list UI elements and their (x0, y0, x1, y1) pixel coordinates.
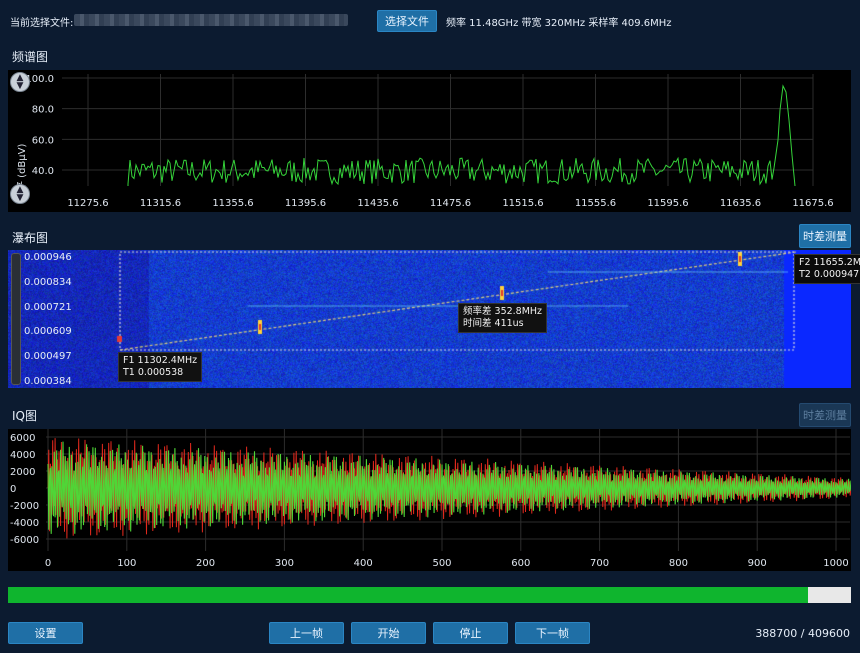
iq-ytick: 6000 (10, 433, 35, 444)
waterfall-ytick: 0.000384 (24, 376, 72, 387)
iq-chart: 6000 4000 2000 0 -2000 -4000 -6000 0 100 200 300 4… (10, 429, 851, 569)
spectrum-xtick: 11315.6 (140, 198, 181, 209)
iq-panel: 6000 4000 2000 0 -2000 -4000 -6000 0 100 200 300 4… (8, 429, 851, 571)
iq-xtick: 0 (45, 558, 51, 569)
prev-frame-button[interactable]: 上一帧 (269, 622, 344, 644)
iq-xtick: 600 (511, 558, 530, 569)
frame-counter: 388700 / 409600 (755, 627, 850, 640)
marker1-time: T1 0.000538 (123, 367, 184, 378)
waterfall-ytick: 0.000721 (24, 301, 72, 313)
iq-ytick: 4000 (10, 450, 35, 461)
stop-button[interactable]: 停止 (433, 622, 508, 644)
spectrum-xtick: 11555.6 (575, 198, 616, 209)
start-button[interactable]: 开始 (351, 622, 426, 644)
spectrum-ytick: 80.0 (32, 105, 54, 116)
spectrum-ytick: 60.0 (32, 135, 54, 146)
spectrum-zoom-down-icon[interactable]: ▲ ▼ (10, 184, 30, 204)
delta-time: 时间差 411us (463, 318, 524, 329)
spectrum-panel: 100.0 80.0 60.0 40.0 11275.6 11315.6 11355.6 1… (8, 70, 851, 212)
frame-progress-bar[interactable] (8, 587, 851, 603)
marker2-freq: F2 11655.2M (799, 257, 860, 268)
spectrum-xtick: 11275.6 (67, 198, 108, 209)
settings-button[interactable]: 设置 (8, 622, 83, 644)
signal-info: 频率 11.48GHz 带宽 320MHz 采样率 409.6MHz (446, 18, 672, 29)
spectrum-xtick: 11675.6 (792, 198, 833, 209)
waterfall-ytick: 0.000834 (24, 276, 72, 288)
spectrum-xtick: 11635.6 (720, 198, 761, 209)
current-file-label: 当前选择文件: (10, 18, 74, 29)
iq-q-trace (47, 441, 851, 534)
iq-xtick: 300 (275, 558, 294, 569)
next-frame-button[interactable]: 下一帧 (515, 622, 590, 644)
iq-ytick: -4000 (10, 518, 39, 529)
iq-ytick: -6000 (10, 535, 39, 546)
file-path-blurred (74, 14, 348, 26)
waterfall-ytick: 0.000946 (24, 252, 72, 263)
spectrum-xtick: 11475.6 (430, 198, 471, 209)
select-file-button[interactable]: 选择文件 (377, 10, 437, 32)
iq-ytick: 0 (10, 484, 16, 495)
marker2-time: T2 0.000947 (799, 269, 860, 280)
marker2-readout: F2 11655.2M T2 0.000947 (794, 254, 860, 284)
marker1-freq: F1 11302.4MHz (123, 355, 198, 366)
spectrum-ytick: 40.0 (32, 166, 54, 177)
spectrum-xtick: 11355.6 (212, 198, 253, 209)
waterfall-measure-button[interactable]: 时差测量 (799, 224, 851, 248)
iq-ytick: 2000 (10, 467, 35, 478)
waterfall-ytick: 0.000609 (24, 326, 72, 338)
iq-xtick: 700 (590, 558, 609, 569)
iq-title: IQ图 (12, 409, 37, 423)
spectrum-xtick: 11595.6 (647, 198, 688, 209)
iq-xtick: 1000 (823, 558, 848, 569)
iq-ytick: -2000 (10, 501, 39, 512)
spectrum-xtick: 11395.6 (285, 198, 326, 209)
delta-freq: 频率差 352.8MHz (463, 306, 543, 317)
iq-measure-button[interactable]: 时差测量 (799, 403, 851, 427)
progress-fill (8, 587, 808, 603)
iq-xtick: 800 (669, 558, 688, 569)
spectrum-xtick: 11435.6 (357, 198, 398, 209)
iq-xtick: 200 (196, 558, 215, 569)
iq-xtick: 400 (354, 558, 373, 569)
iq-xtick: 500 (432, 558, 451, 569)
waterfall-yaxis: 0.000946 0.000834 0.000721 0.000609 0.000497… (24, 252, 72, 388)
waterfall-title: 瀑布图 (12, 231, 49, 245)
waterfall-ytick: 0.000497 (24, 351, 72, 363)
spectrum-xtick: 11515.6 (502, 198, 543, 209)
spectrum-zoom-up-icon[interactable]: ▲ ▼ (10, 72, 30, 92)
marker1-readout: F1 11302.4MHz T1 0.000538 (118, 352, 203, 382)
delta-readout: 频率差 352.8MHz 时间差 411us (458, 303, 548, 333)
iq-xtick: 100 (117, 558, 136, 569)
spectrum-chart: 100.080.060.040.0 11275.6 11315.6 11355.6 1… (15, 74, 834, 209)
iq-xtick: 900 (748, 558, 767, 569)
spectrum-trace (127, 84, 796, 187)
waterfall-scrollbar[interactable] (11, 253, 21, 385)
spectrum-title: 频谱图 (12, 50, 49, 64)
